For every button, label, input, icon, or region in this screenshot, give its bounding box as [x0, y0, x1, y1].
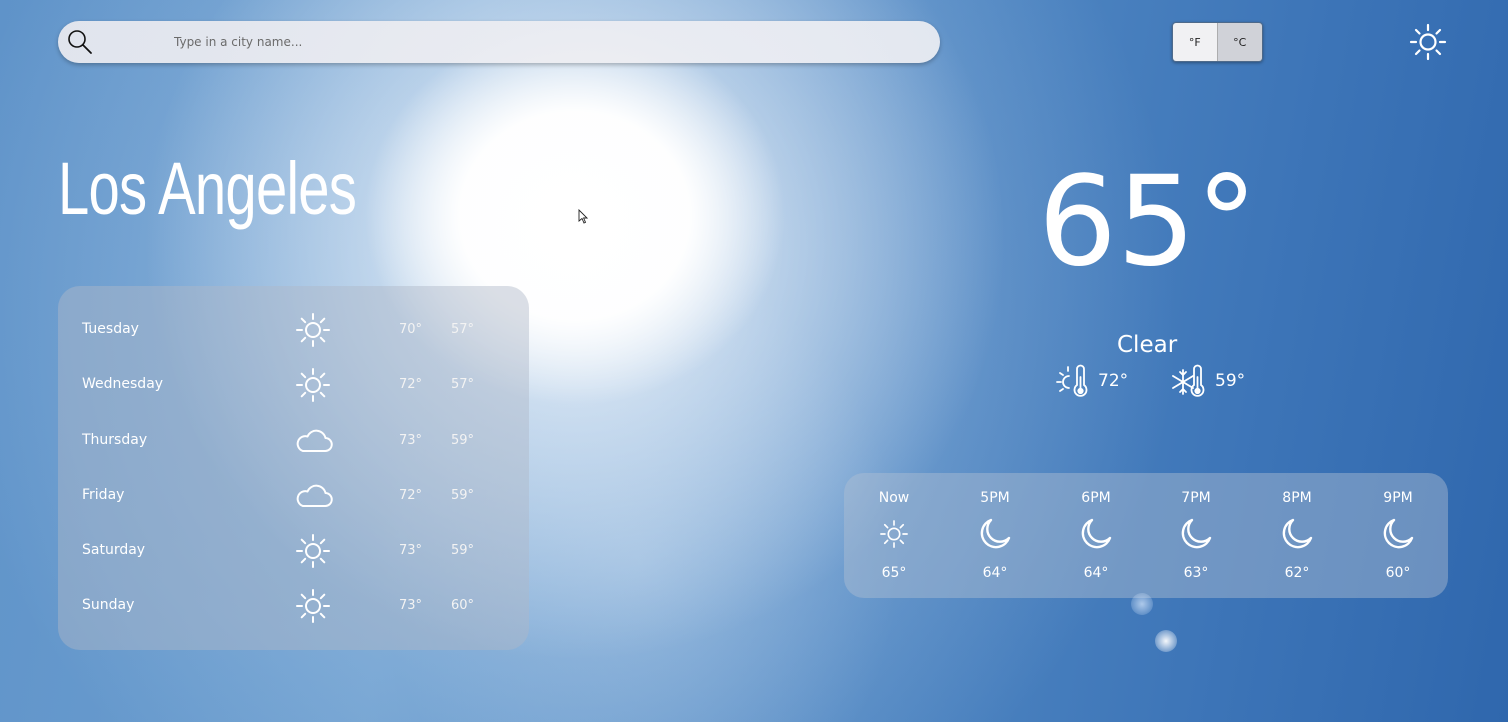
- forecast-day: Wednesday: [82, 376, 164, 392]
- sun-icon: [291, 531, 335, 571]
- forecast-row: Saturday 73° 59°: [58, 531, 529, 571]
- unit-toggle[interactable]: °F °C: [1172, 22, 1263, 62]
- celsius-button[interactable]: °C: [1217, 23, 1262, 61]
- hourly-temp: 62°: [1284, 565, 1310, 581]
- hourly-item: 7PM 63°: [1156, 473, 1236, 598]
- hourly-temp: 64°: [1083, 565, 1109, 581]
- forecast-row: Tuesday 70° 57°: [58, 310, 529, 350]
- hourly-item: 6PM 64°: [1056, 473, 1136, 598]
- current-low: 59°: [1215, 371, 1246, 391]
- forecast-day: Friday: [82, 487, 125, 503]
- forecast-day: Thursday: [82, 432, 148, 448]
- fahrenheit-button[interactable]: °F: [1173, 23, 1218, 61]
- moon-icon: [977, 516, 1013, 552]
- search-icon[interactable]: [66, 28, 94, 56]
- forecast-low: 60°: [451, 598, 475, 613]
- sun-icon: [291, 365, 335, 405]
- forecast-row: Wednesday 72° 57°: [58, 365, 529, 405]
- forecast-high: 72°: [399, 488, 423, 503]
- search-input[interactable]: [174, 31, 914, 53]
- city-name: Los Angeles: [58, 147, 357, 230]
- cloud-icon: [291, 476, 335, 516]
- moon-icon: [1078, 516, 1114, 552]
- hourly-time: Now: [878, 490, 910, 506]
- hourly-time: 6PM: [1081, 490, 1111, 506]
- thermometer-sun-icon: [1056, 364, 1088, 397]
- hourly-temp: 60°: [1385, 565, 1411, 581]
- current-temperature: 65°: [1038, 150, 1258, 294]
- hourly-item: 9PM 60°: [1358, 473, 1438, 598]
- forecast-day: Tuesday: [82, 321, 139, 337]
- forecast-row: Sunday 73° 60°: [58, 586, 529, 626]
- thermometer-snow-icon: [1172, 364, 1205, 397]
- hourly-item: 8PM 62°: [1257, 473, 1337, 598]
- hourly-time: 7PM: [1181, 490, 1211, 506]
- sun-icon: [876, 516, 912, 552]
- mouse-cursor-icon: [578, 209, 588, 224]
- moon-icon: [1380, 516, 1416, 552]
- forecast-row: Friday 72° 59°: [58, 476, 529, 516]
- hourly-time: 5PM: [980, 490, 1010, 506]
- hourly-temp: 63°: [1183, 565, 1209, 581]
- forecast-day: Saturday: [82, 542, 146, 558]
- forecast-low: 59°: [451, 433, 475, 448]
- hourly-item: 5PM 64°: [955, 473, 1035, 598]
- moon-icon: [1279, 516, 1315, 552]
- current-high: 72°: [1098, 371, 1129, 391]
- hourly-forecast-panel: Now 65° 5PM 64° 6PM 64° 7PM 63° 8PM 62° …: [844, 473, 1448, 598]
- hourly-item: Now 65°: [854, 473, 934, 598]
- forecast-row: Thursday 73° 59°: [58, 421, 529, 461]
- moon-icon: [1178, 516, 1214, 552]
- lens-flare: [1155, 630, 1177, 652]
- weekly-forecast-panel: Tuesday 70° 57° Wednesday 72° 57° Thursd…: [58, 286, 529, 650]
- lens-flare: [1131, 593, 1153, 615]
- forecast-low: 57°: [451, 322, 475, 337]
- hourly-temp: 65°: [881, 565, 907, 581]
- search-bar[interactable]: [58, 21, 940, 63]
- hourly-time: 9PM: [1383, 490, 1413, 506]
- sun-icon: [291, 310, 335, 350]
- forecast-high: 73°: [399, 433, 423, 448]
- forecast-high: 73°: [399, 598, 423, 613]
- theme-sun-icon[interactable]: [1408, 22, 1448, 62]
- sun-icon: [291, 586, 335, 626]
- hourly-time: 8PM: [1282, 490, 1312, 506]
- forecast-low: 59°: [451, 543, 475, 558]
- forecast-low: 59°: [451, 488, 475, 503]
- hourly-temp: 64°: [982, 565, 1008, 581]
- forecast-day: Sunday: [82, 597, 135, 613]
- current-condition: Clear: [1117, 332, 1178, 358]
- cloud-icon: [291, 421, 335, 461]
- forecast-low: 57°: [451, 377, 475, 392]
- forecast-high: 72°: [399, 377, 423, 392]
- forecast-high: 70°: [399, 322, 423, 337]
- forecast-high: 73°: [399, 543, 423, 558]
